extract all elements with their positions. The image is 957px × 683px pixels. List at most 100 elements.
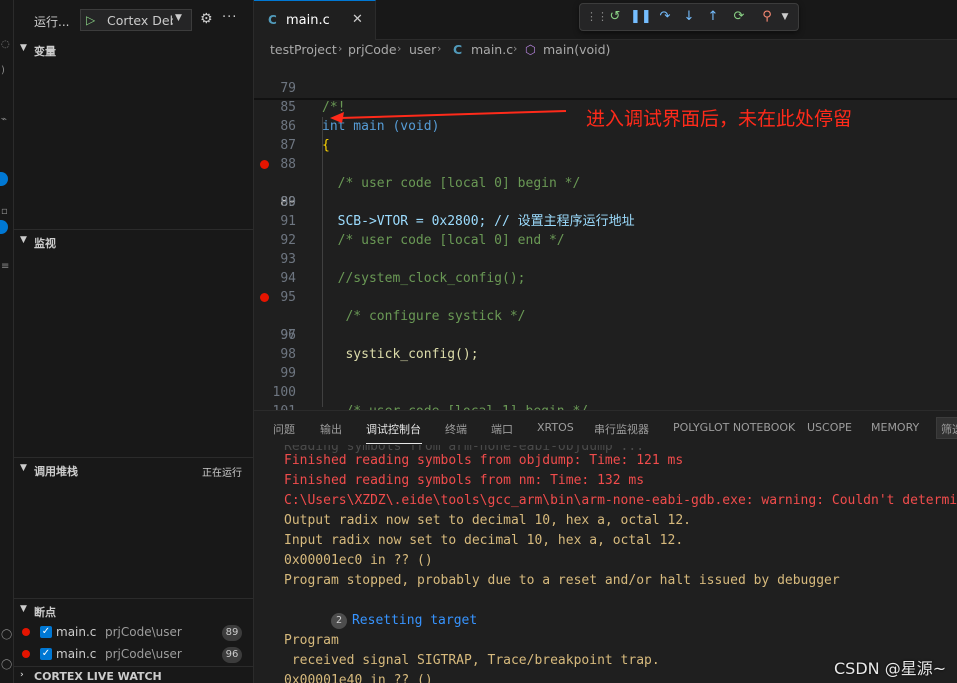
debug-console-output[interactable]: Reading symbols from arm-none-eabi-objdu… xyxy=(254,445,957,683)
code-line: 93 //system_clock_config(); xyxy=(254,231,957,286)
run-debug-icon[interactable] xyxy=(0,172,8,186)
tab-label: main.c xyxy=(286,13,330,28)
code-line: 98 xyxy=(254,326,957,362)
extensions-icon[interactable]: ▫ xyxy=(1,207,11,217)
tab-memory[interactable]: MEMORY xyxy=(871,421,919,434)
callstack-title: 调用堆栈 xyxy=(34,465,78,478)
console-line-text: Resetting target xyxy=(351,613,478,628)
indent-guide xyxy=(322,117,323,407)
chevron-right-icon: › xyxy=(437,42,442,55)
breadcrumb-item[interactable]: prjCode xyxy=(348,42,397,57)
console-line: Finished reading symbols from objdump: T… xyxy=(284,453,684,468)
reset-icon[interactable]: ↺ xyxy=(606,8,624,26)
manage-icon[interactable]: ◯ xyxy=(1,660,12,670)
breakpoint-icon xyxy=(22,650,30,658)
drag-handle-icon[interactable]: ⋮⋮ xyxy=(586,8,608,26)
code-line: 99 xyxy=(254,345,957,381)
code-line: 92 xyxy=(254,212,957,248)
breadcrumb-item[interactable]: main.c xyxy=(471,42,513,57)
breakpoint-file: main.c xyxy=(56,625,97,639)
account-icon[interactable]: ◯ xyxy=(1,630,12,640)
console-line: Program stopped, probably due to a reset… xyxy=(284,573,840,588)
source-control-icon[interactable]: ⌁ xyxy=(1,115,11,125)
callstack-section-header[interactable]: ▼ 调用堆栈 正在运行 xyxy=(14,460,254,480)
gear-icon[interactable]: ⚙ xyxy=(200,11,213,27)
active-tab-indicator xyxy=(366,443,422,444)
watch-section-header[interactable]: ▼ 监视 xyxy=(14,232,254,252)
remote-icon[interactable] xyxy=(0,220,8,234)
console-line: 0x00001e40 in ?? () xyxy=(284,673,433,683)
chevron-right-icon: › xyxy=(20,670,24,680)
variables-title: 变量 xyxy=(34,45,56,58)
tab-debug-console[interactable]: 调试控制台 xyxy=(366,421,421,437)
breakpoint-line-badge: 89 xyxy=(222,625,242,641)
tab-problems[interactable]: 问题 xyxy=(273,421,295,437)
panel-tabs: 问题 输出 调试控制台 终端 端口 XRTOS 串行监视器 POLYGLOT N… xyxy=(254,411,957,445)
repeat-count-badge: 2 xyxy=(330,613,347,629)
pause-icon[interactable]: ❚❚ xyxy=(630,8,652,26)
breakpoint-icon[interactable] xyxy=(260,293,269,302)
step-into-icon[interactable]: ↓ xyxy=(680,8,698,26)
tab-output[interactable]: 输出 xyxy=(320,421,342,437)
code-line: 94 xyxy=(254,250,957,286)
tab-main-c[interactable]: C main.c ✕ xyxy=(254,0,376,40)
step-out-icon[interactable]: ↑ xyxy=(704,8,722,26)
checkbox-checked-icon[interactable]: ✓ xyxy=(40,626,52,638)
chevron-down-icon[interactable]: ▼ xyxy=(175,13,182,23)
checkbox-checked-icon[interactable]: ✓ xyxy=(40,648,52,660)
filter-input[interactable]: 筛选 xyxy=(936,417,957,439)
breadcrumb-item[interactable]: main(void) xyxy=(543,42,610,57)
code-line: 96 systick_config(); xyxy=(254,288,957,362)
watch-title: 监视 xyxy=(34,237,56,250)
breakpoints-section-header[interactable]: ▼ 断点 xyxy=(14,601,254,621)
live-watch-section-header[interactable]: › CORTEX LIVE WATCH xyxy=(14,667,254,683)
launch-config-select[interactable]: ▷ Cortex Debug ▼ xyxy=(80,9,192,31)
tab-terminal[interactable]: 终端 xyxy=(445,421,467,437)
live-watch-title: CORTEX LIVE WATCH xyxy=(34,670,162,683)
debug-floating-toolbar: ⋮⋮ ↺ ❚❚ ↷ ↓ ↑ ⟳ ⚲ ▼ xyxy=(579,3,799,31)
code-line: 91 /* user code [local 0] end */ xyxy=(254,193,957,248)
watermark: CSDN @星源~ xyxy=(834,659,947,678)
debug-toolbar-top: 运行... ▷ Cortex Debug ▼ ⚙ ··· xyxy=(14,0,254,40)
chevron-right-icon: › xyxy=(397,42,402,55)
breadcrumb: testProject › prjCode › user › C main.c … xyxy=(254,40,957,60)
breakpoint-row[interactable]: ✓ main.c prjCode\user 96 xyxy=(14,644,254,666)
step-over-icon[interactable]: ↷ xyxy=(656,8,674,26)
console-line: Output radix now set to decimal 10, hex … xyxy=(284,513,691,528)
chevron-down-icon: ▼ xyxy=(20,463,27,473)
tab-serial-monitor[interactable]: 串行监视器 xyxy=(594,421,649,437)
tab-ports[interactable]: 端口 xyxy=(491,421,513,437)
restart-icon[interactable]: ⟳ xyxy=(730,8,748,26)
variables-section-header[interactable]: ▼ 变量 xyxy=(14,40,254,60)
callstack-status: 正在运行 xyxy=(202,468,242,479)
tab-polyglot-notebook[interactable]: POLYGLOT NOTEBOOK xyxy=(673,421,795,434)
c-file-icon: C xyxy=(268,13,277,27)
chevron-down-icon: ▼ xyxy=(20,235,27,245)
breakpoint-path: prjCode\user xyxy=(105,625,182,639)
console-line: C:\Users\XZDZ\.eide\tools\gcc_arm\bin\ar… xyxy=(284,493,957,508)
close-icon[interactable]: ✕ xyxy=(352,12,363,27)
bottom-panel: 问题 输出 调试控制台 终端 端口 XRTOS 串行监视器 POLYGLOT N… xyxy=(254,410,957,683)
tab-xrtos[interactable]: XRTOS xyxy=(537,421,574,434)
code-line: 100 /* user code [local 1] begin */ xyxy=(254,364,957,410)
search-icon[interactable]: ) xyxy=(1,66,11,76)
more-actions-icon[interactable]: ··· xyxy=(222,10,237,25)
breakpoint-icon[interactable] xyxy=(260,160,269,169)
console-line: Input radix now set to decimal 10, hex a… xyxy=(284,533,684,548)
start-debug-icon[interactable]: ▷ xyxy=(86,13,95,27)
code-line: 101 xyxy=(254,383,957,410)
tab-uscope[interactable]: USCOPE xyxy=(807,421,852,434)
explorer-icon[interactable]: ◌ xyxy=(1,40,11,50)
breadcrumb-item[interactable]: user xyxy=(409,42,436,57)
breakpoint-path: prjCode\user xyxy=(105,647,182,661)
line-number: 101 xyxy=(264,402,296,410)
code-line: 90 xyxy=(254,174,957,210)
breakpoint-file: main.c xyxy=(56,647,97,661)
chevron-down-icon[interactable]: ▼ xyxy=(776,8,794,26)
breakpoint-row[interactable]: ✓ main.c prjCode\user 89 xyxy=(14,622,254,644)
console-line: Finished reading symbols from nm: Time: … xyxy=(284,473,645,488)
code-line: 97 xyxy=(254,307,957,343)
disconnect-icon[interactable]: ⚲ xyxy=(758,8,776,26)
breadcrumb-item[interactable]: testProject xyxy=(270,42,337,57)
list-icon[interactable]: ≡ xyxy=(1,262,11,272)
